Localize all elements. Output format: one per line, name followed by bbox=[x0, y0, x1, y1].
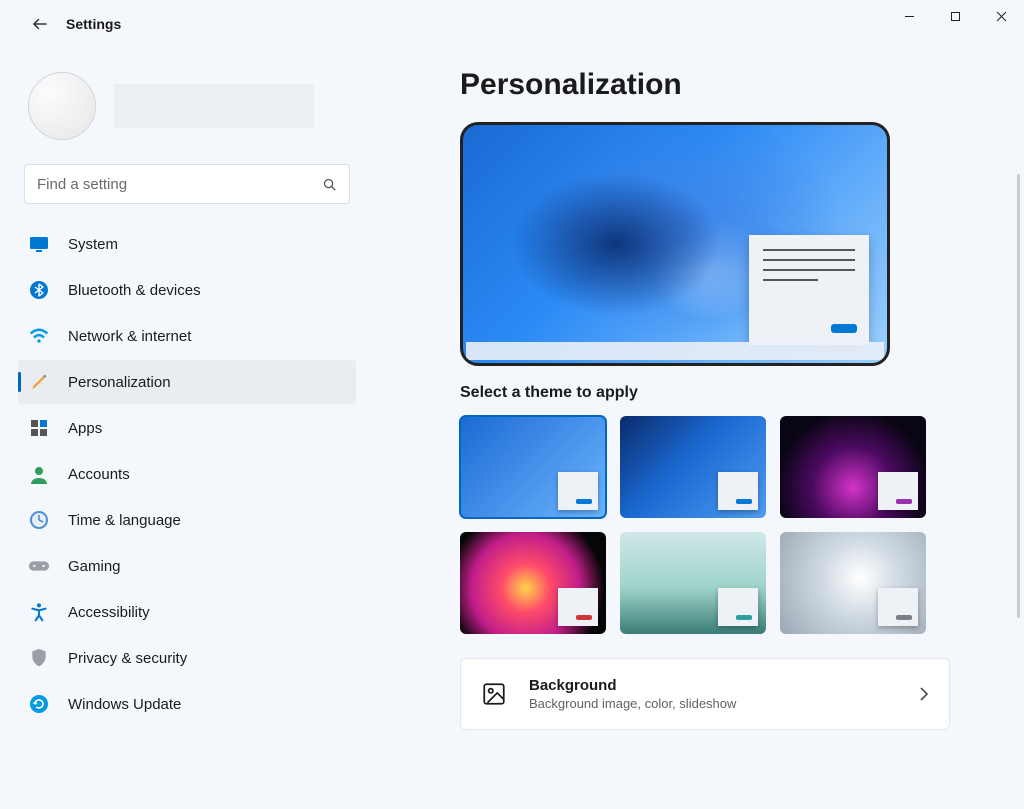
sidebar-item-privacy[interactable]: Privacy & security bbox=[18, 636, 356, 680]
sidebar-item-time[interactable]: Time & language bbox=[18, 498, 356, 542]
sidebar-item-update[interactable]: Windows Update bbox=[18, 682, 356, 726]
app-title: Settings bbox=[66, 16, 121, 32]
sidebar-item-label: Gaming bbox=[68, 558, 121, 575]
profile-name-redacted bbox=[114, 84, 314, 128]
setting-title: Background bbox=[529, 677, 897, 694]
preview-window-card bbox=[749, 235, 869, 345]
theme-windows-light[interactable] bbox=[460, 416, 606, 518]
setting-desc: Background image, color, slideshow bbox=[529, 696, 897, 711]
gamepad-icon bbox=[28, 555, 50, 577]
apps-icon bbox=[28, 417, 50, 439]
scrollbar[interactable] bbox=[1017, 174, 1020, 618]
sidebar-item-label: Windows Update bbox=[68, 696, 181, 713]
update-icon bbox=[28, 693, 50, 715]
maximize-button[interactable] bbox=[932, 0, 978, 32]
avatar bbox=[28, 72, 96, 140]
sidebar-item-gaming[interactable]: Gaming bbox=[18, 544, 356, 588]
main-content: Personalization Select a theme to apply … bbox=[380, 48, 1024, 809]
sidebar-item-label: Accounts bbox=[68, 466, 130, 483]
search-icon bbox=[322, 177, 337, 192]
bluetooth-icon bbox=[28, 279, 50, 301]
sidebar-item-label: System bbox=[68, 236, 118, 253]
titlebar: Settings bbox=[0, 0, 1024, 48]
sidebar-item-label: Accessibility bbox=[68, 604, 150, 621]
theme-sunrise[interactable] bbox=[620, 532, 766, 634]
page-title: Personalization bbox=[460, 68, 1010, 102]
sidebar-item-apps[interactable]: Apps bbox=[18, 406, 356, 450]
minimize-button[interactable] bbox=[886, 0, 932, 32]
profile-block[interactable] bbox=[28, 72, 356, 140]
back-button[interactable] bbox=[20, 4, 60, 44]
sidebar-item-accounts[interactable]: Accounts bbox=[18, 452, 356, 496]
sidebar-item-label: Time & language bbox=[68, 512, 181, 529]
sidebar-item-label: Bluetooth & devices bbox=[68, 282, 201, 299]
picture-icon bbox=[481, 681, 507, 707]
sidebar-item-bluetooth[interactable]: Bluetooth & devices bbox=[18, 268, 356, 312]
window-controls bbox=[886, 0, 1024, 32]
theme-prompt: Select a theme to apply bbox=[460, 384, 1010, 402]
wifi-icon bbox=[28, 325, 50, 347]
shield-icon bbox=[28, 647, 50, 669]
sidebar-item-label: Network & internet bbox=[68, 328, 191, 345]
chevron-right-icon bbox=[919, 686, 929, 702]
sidebar-item-label: Apps bbox=[68, 420, 102, 437]
theme-windows-dark[interactable] bbox=[620, 416, 766, 518]
sidebar-item-personalization[interactable]: Personalization bbox=[18, 360, 356, 404]
sidebar-item-network[interactable]: Network & internet bbox=[18, 314, 356, 358]
sidebar-item-system[interactable]: System bbox=[18, 222, 356, 266]
search-box[interactable] bbox=[24, 164, 350, 204]
theme-grid bbox=[460, 416, 1010, 634]
sidebar-item-accessibility[interactable]: Accessibility bbox=[18, 590, 356, 634]
sidebar-item-label: Personalization bbox=[68, 374, 171, 391]
theme-glow[interactable] bbox=[780, 416, 926, 518]
paintbrush-icon bbox=[28, 371, 50, 393]
person-icon bbox=[28, 463, 50, 485]
display-icon bbox=[28, 233, 50, 255]
close-button[interactable] bbox=[978, 0, 1024, 32]
sidebar-item-label: Privacy & security bbox=[68, 650, 187, 667]
preview-taskbar bbox=[466, 342, 884, 360]
theme-captured-motion[interactable] bbox=[460, 532, 606, 634]
nav: System Bluetooth & devices Network & int… bbox=[18, 222, 356, 726]
accessibility-icon bbox=[28, 601, 50, 623]
background-setting-card[interactable]: Background Background image, color, slid… bbox=[460, 658, 950, 730]
clock-icon bbox=[28, 509, 50, 531]
search-input[interactable] bbox=[37, 176, 322, 193]
sidebar: System Bluetooth & devices Network & int… bbox=[0, 48, 380, 809]
theme-flow[interactable] bbox=[780, 532, 926, 634]
desktop-preview[interactable] bbox=[460, 122, 890, 366]
